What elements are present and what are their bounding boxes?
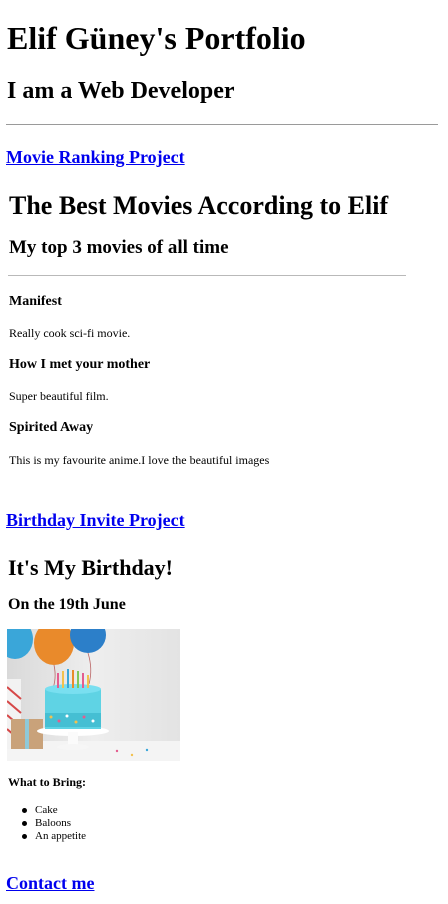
top-divider	[6, 124, 438, 125]
movie-divider	[8, 275, 406, 276]
movie-name: Manifest	[9, 294, 62, 309]
movie-description: Super beautiful film.	[9, 389, 109, 403]
movie-description: Really cook sci-fi movie.	[9, 326, 131, 340]
movie-section-title: The Best Movies According to Elif	[9, 191, 389, 220]
list-item: An appetite	[8, 830, 86, 843]
movie-description: This is my favourite anime.I love the be…	[9, 453, 270, 467]
list-item: Cake	[8, 804, 86, 817]
movie-name: How I met your mother	[9, 357, 151, 372]
bring-list: Cake Baloons An appetite	[8, 804, 86, 843]
birthday-title: It's My Birthday!	[8, 555, 173, 580]
list-item: Baloons	[8, 817, 86, 830]
portfolio-page: Elif Güney's Portfolio I am a Web Develo…	[0, 0, 448, 904]
contact-me-link[interactable]: Contact me	[6, 873, 94, 894]
what-to-bring-title: What to Bring:	[8, 775, 86, 789]
movie-ranking-project-link[interactable]: Movie Ranking Project	[6, 147, 185, 168]
movie-section-subtitle: My top 3 movies of all time	[9, 237, 229, 258]
birthday-date: On the 19th June	[8, 596, 126, 613]
birthday-invite-project-link[interactable]: Birthday Invite Project	[6, 510, 185, 531]
birthday-cake-image	[7, 629, 180, 761]
page-subtitle: I am a Web Developer	[7, 78, 235, 104]
page-title: Elif Güney's Portfolio	[7, 20, 306, 56]
movie-name: Spirited Away	[9, 420, 94, 435]
